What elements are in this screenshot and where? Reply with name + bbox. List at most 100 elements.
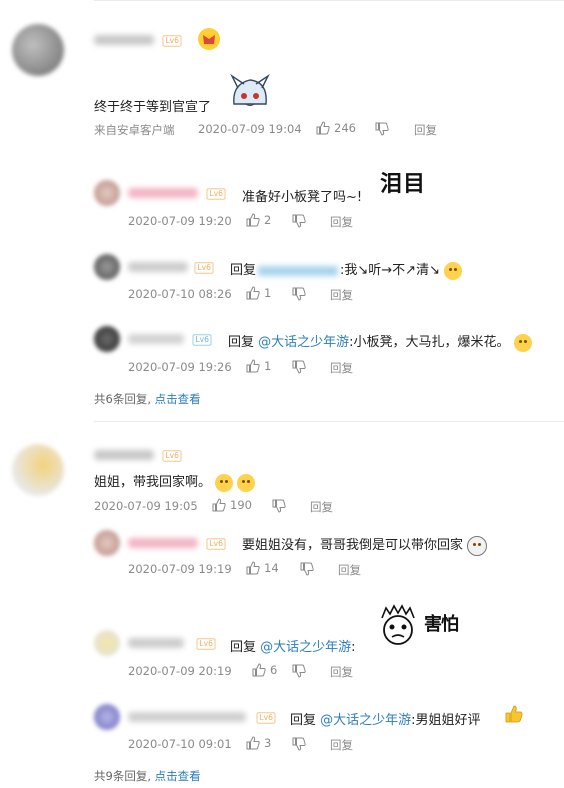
like-button[interactable]: 2 [246,213,271,227]
reply-text: 准备好小板凳了吗~! [242,190,363,205]
thumbs-up-icon [246,561,260,575]
username-blurred[interactable] [128,538,198,548]
level-badge: Lv6 [162,35,182,47]
scared-face-sticker-icon [381,604,415,645]
reply-text: 要姐姐没有，哥哥我倒是可以带你回家 [242,534,488,556]
avatar[interactable] [94,530,120,556]
reply-button[interactable]: 回复 [338,562,361,578]
thumbs-down-icon[interactable] [292,287,306,301]
more-replies: 共6条回复, 点击查看 [94,392,201,406]
thumbs-down-icon[interactable] [292,737,306,751]
thumbs-down-icon[interactable] [272,499,286,513]
reply-button[interactable]: 回复 [330,664,353,680]
username-blurred[interactable] [94,35,154,45]
sticker-tear-eyes: 泪目 [380,171,427,197]
comment-divider [94,421,564,422]
username-blurred[interactable] [128,262,188,272]
username-blurred[interactable] [128,638,184,648]
thumbs-up-icon [246,736,260,750]
like-button[interactable]: 1 [246,359,271,373]
like-count: 1 [264,286,272,300]
level-badge: Lv6 [162,450,182,462]
avatar[interactable] [94,630,120,656]
thumbs-up-icon [246,359,260,373]
blurred-mention[interactable] [258,265,339,276]
reply-text: 回复 @大话之少年游:小板凳，大马扎，爆米花。 [228,331,532,352]
thumbs-down-icon[interactable] [375,122,389,136]
dog-emoji-icon [467,535,488,556]
client-source: 来自安卓客户端 [94,123,175,137]
username-blurred[interactable] [128,712,246,722]
level-badge: Lv6 [194,262,214,274]
like-button[interactable]: 1 [246,286,271,300]
mention-link[interactable]: @大话之少年游 [260,640,351,655]
thumbs-down-icon[interactable] [292,214,306,228]
thumbs-down-icon[interactable] [292,360,306,374]
thumbs-up-icon [252,663,266,677]
top-divider [94,0,564,1]
reply-button[interactable]: 回复 [414,122,437,138]
reply-time: 2020-07-10 09:01 [128,737,232,751]
comment-text: 姐姐，带我回家啊。 [94,471,256,492]
like-count: 3 [264,736,272,750]
comment-text: 终于终于等到官宣了 [94,100,212,115]
like-button[interactable]: 6 [252,663,277,677]
like-button[interactable]: 3 [246,736,271,750]
reply-button[interactable]: 回复 [330,214,353,230]
username-blurred[interactable] [128,334,184,344]
reply-time: 2020-07-09 20:19 [128,664,232,678]
level-badge: Lv6 [206,188,226,200]
thumbs-up-icon [212,498,226,512]
like-count: 2 [264,213,272,227]
reply-time: 2020-07-10 08:26 [128,287,232,301]
reply-text: 回复 @大话之少年游:男姐姐好评 [290,713,481,728]
avatar[interactable] [12,444,64,496]
username-blurred[interactable] [128,188,198,198]
reply-time: 2020-07-09 19:26 [128,360,232,374]
thumbs-down-icon[interactable] [300,562,314,576]
comment-time: 2020-07-09 19:05 [94,499,198,513]
blush-emoji-icon [444,261,463,280]
reply-button[interactable]: 回复 [330,287,353,303]
mention-link[interactable]: @大话之少年游 [320,713,411,728]
vip-badge-icon [198,28,220,50]
level-badge: Lv6 [256,712,276,724]
like-count: 1 [264,359,272,373]
avatar[interactable] [94,704,120,730]
thumbs-down-icon[interactable] [292,664,306,678]
mention-link[interactable]: @大话之少年游 [258,335,349,350]
reply-time: 2020-07-09 19:20 [128,214,232,228]
like-button[interactable]: 246 [316,121,356,135]
reply-text: 回复:我↘听→不↗清↘ [230,259,463,280]
view-more-link[interactable]: 点击查看 [155,392,201,406]
like-count: 6 [270,663,278,677]
avatar[interactable] [94,180,120,206]
like-count: 14 [264,561,279,575]
avatar[interactable] [94,254,120,280]
avatar[interactable] [94,326,120,352]
anime-sticker-icon [230,74,270,107]
thumbs-up-icon [316,121,330,135]
reply-button[interactable]: 回复 [330,737,353,753]
cat-emoji-icon [513,333,532,352]
like-button[interactable]: 14 [246,561,279,575]
avatar[interactable] [12,24,64,76]
reply-button[interactable]: 回复 [310,499,333,515]
more-replies: 共9条回复, 点击查看 [94,769,201,783]
reply-time: 2020-07-09 19:19 [128,562,232,576]
thumbs-up-icon [246,213,260,227]
thumbs-up-icon [246,286,260,300]
view-more-link[interactable]: 点击查看 [155,769,201,783]
username-blurred[interactable] [94,450,154,460]
like-count: 190 [230,498,252,512]
reply-text: 回复 @大话之少年游: [230,640,356,655]
like-count: 246 [334,121,356,135]
level-badge: Lv6 [192,334,212,346]
level-badge: Lv6 [206,538,226,550]
like-button[interactable]: 190 [212,498,252,512]
cat-emoji-icon [237,473,256,492]
level-badge: Lv6 [196,638,216,650]
cat-emoji-icon [215,473,234,492]
reply-button[interactable]: 回复 [330,360,353,376]
scared-sticker-text: 害怕 [424,614,459,635]
